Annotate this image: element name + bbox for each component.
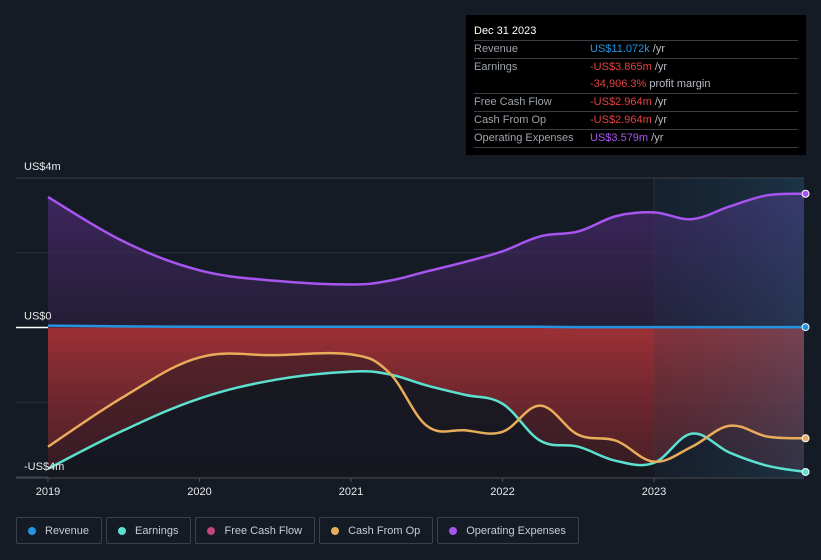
tooltip-row-revenue: Revenue US$11.072k /yr <box>474 40 798 58</box>
legend-label: Revenue <box>45 524 90 537</box>
tooltip-suffix: /yr <box>651 96 668 108</box>
x-tick-label: 2021 <box>339 486 363 498</box>
x-tick-label: 2019 <box>36 486 60 498</box>
tooltip-row-profit-margin: -34,906.3% profit margin <box>474 76 798 93</box>
legend-dot-icon <box>331 526 340 535</box>
chart-legend: Revenue Earnings Free Cash Flow Cash Fro… <box>16 517 579 544</box>
tooltip-suffix: /yr <box>651 114 668 126</box>
legend-label: Free Cash Flow <box>224 524 303 537</box>
tooltip-suffix: /yr <box>651 61 668 73</box>
legend-dot-icon <box>118 526 127 535</box>
x-tick-label: 2022 <box>490 486 514 498</box>
tooltip-value: -US$3.865m <box>590 61 652 73</box>
tooltip-row-cash-from-op: Cash From Op -US$2.964m /yr <box>474 111 798 129</box>
tooltip-label: Revenue <box>474 43 519 55</box>
legend-label: Cash From Op <box>348 524 421 537</box>
legend-item-free-cash-flow[interactable]: Free Cash Flow <box>195 517 316 544</box>
tooltip-suffix: profit margin <box>646 78 711 90</box>
tooltip-label: Operating Expenses <box>474 132 574 144</box>
legend-label: Earnings <box>135 524 179 537</box>
tooltip-row-free-cash-flow: Free Cash Flow -US$2.964m /yr <box>474 93 798 111</box>
end-marker-revenue <box>801 323 810 332</box>
tooltip-row-earnings: Earnings -US$3.865m /yr <box>474 58 798 76</box>
tooltip-value: -US$2.964m <box>590 96 652 108</box>
tooltip-label: Cash From Op <box>474 114 547 126</box>
legend-label: Operating Expenses <box>466 524 566 537</box>
end-marker-operating-expenses <box>801 189 810 198</box>
legend-item-operating-expenses[interactable]: Operating Expenses <box>437 517 579 544</box>
tooltip-row-operating-expenses: Operating Expenses US$3.579m /yr <box>474 129 798 148</box>
y-tick-label: US$0 <box>24 311 52 323</box>
legend-dot-icon <box>207 526 216 535</box>
y-tick-label: US$4m <box>24 161 61 173</box>
tooltip-value: US$3.579m <box>590 132 649 144</box>
legend-dot-icon <box>449 526 458 535</box>
legend-item-revenue[interactable]: Revenue <box>16 517 103 544</box>
tooltip-value: -US$2.964m <box>590 114 652 126</box>
x-tick-label: 2020 <box>187 486 211 498</box>
legend-item-earnings[interactable]: Earnings <box>106 517 192 544</box>
x-tick-label: 2023 <box>642 486 666 498</box>
tooltip-label <box>474 76 590 93</box>
end-marker-earnings <box>801 467 810 476</box>
legend-dot-icon <box>28 526 36 535</box>
tooltip-value: -34,906.3% <box>590 78 647 90</box>
end-marker-cash-from-op <box>801 434 810 443</box>
tooltip-suffix: /yr <box>648 132 664 144</box>
tooltip-date: Dec 31 2023 <box>474 25 537 37</box>
tooltip-label: Earnings <box>474 61 518 73</box>
y-tick-label: -US$4m <box>24 461 64 473</box>
tooltip-label: Free Cash Flow <box>474 96 552 108</box>
tooltip-suffix: /yr <box>649 43 666 55</box>
tooltip-value: US$11.072k <box>590 43 650 55</box>
legend-item-cash-from-op[interactable]: Cash From Op <box>319 517 434 544</box>
tooltip-panel: Dec 31 2023 Revenue US$11.072k /yr Earni… <box>466 15 806 155</box>
